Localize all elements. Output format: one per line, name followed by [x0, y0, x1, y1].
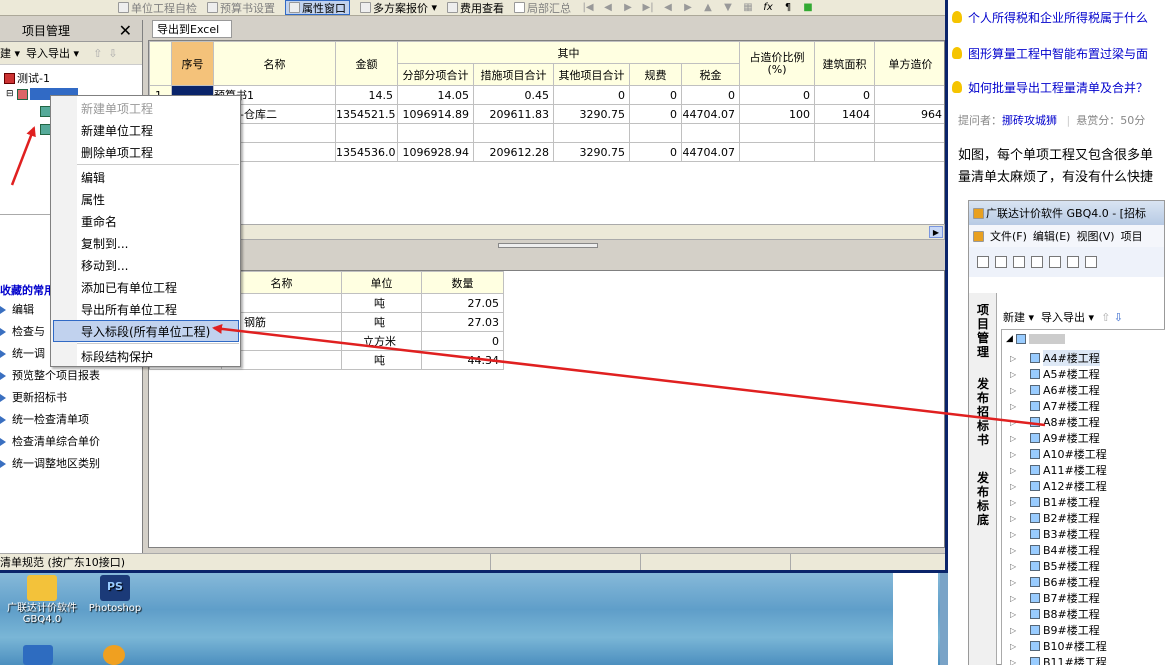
annotation-arrow-tree [10, 126, 36, 186]
annotation-overlay [10, 126, 1046, 427]
annotation-arrow-menu [212, 323, 1046, 427]
